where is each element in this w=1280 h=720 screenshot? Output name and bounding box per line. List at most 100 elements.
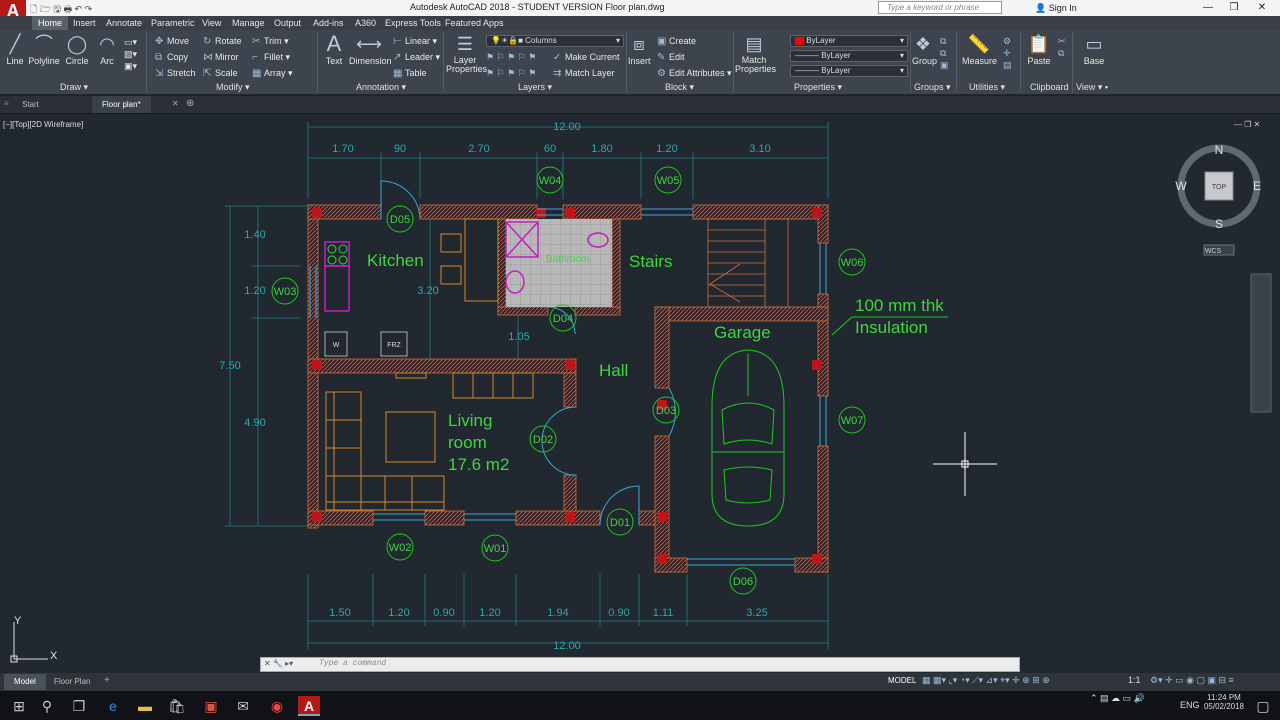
leader-button[interactable]: ↗ Leader ▾ — [393, 51, 440, 64]
status-tools[interactable]: ⚙▾ ✛ ▭ ◉ ▢ ▣ ⊟ ≡ — [1150, 675, 1234, 686]
create-block-button[interactable]: ▣ Create — [657, 35, 696, 48]
properties-panel-title[interactable]: Properties ▾ — [794, 82, 842, 93]
lineweight-dropdown[interactable]: ——— ByLayer ▾ — [790, 65, 908, 77]
match-properties-button[interactable]: ▤ Match Properties — [735, 34, 776, 74]
layer-dropdown[interactable]: 💡☀🔒■ Columns ▾ — [486, 35, 624, 47]
command-line-tools[interactable]: ✕ 🔧 ▸▾ — [264, 659, 293, 668]
tab-a360[interactable]: A360 — [349, 16, 382, 30]
command-input[interactable]: Type a command — [319, 659, 386, 668]
windows-start-icon[interactable]: ⊞ — [8, 696, 30, 716]
line-button[interactable]: ╱ Line — [4, 34, 26, 66]
search-icon[interactable]: ⚲ — [36, 696, 58, 716]
tab-parametric[interactable]: Parametric — [145, 16, 201, 30]
tab-floor-plan-layout[interactable]: Floor Plan — [44, 674, 100, 690]
make-current-button[interactable]: ✓ Make Current — [553, 51, 620, 64]
table-button[interactable]: ▦ Table — [393, 67, 427, 80]
navigation-bar-tools[interactable] — [1251, 274, 1271, 412]
scale-button[interactable]: ⇱ Scale — [203, 67, 238, 80]
group-button[interactable]: ❖ Group — [912, 34, 937, 66]
tab-addins[interactable]: Add-ins — [307, 16, 350, 30]
layer-tools-row1[interactable]: ⚑ ⚐ ⚑ ⚐ ⚑ — [486, 51, 536, 63]
clipboard-panel-title[interactable]: Clipboard — [1030, 82, 1069, 92]
tabs-menu-icon[interactable]: ≡ — [4, 99, 9, 108]
add-layout-button[interactable]: + — [104, 675, 110, 686]
layer-properties-button[interactable]: ☰ Layer Properties — [446, 34, 487, 74]
trim-button[interactable]: ✂ Trim ▾ — [252, 35, 289, 48]
tab-start[interactable]: Start — [12, 96, 49, 113]
tab-floor-plan[interactable]: Floor plan* — [92, 96, 151, 113]
tab-home[interactable]: Home — [32, 16, 69, 30]
text-button[interactable]: A Text — [323, 33, 345, 67]
dimension-button[interactable]: ⟷ Dimension — [349, 34, 392, 66]
tab-model[interactable]: Model — [4, 674, 46, 690]
linetype-dropdown[interactable]: ——— ByLayer ▾ — [790, 50, 908, 62]
layer-tools-row2[interactable]: ⚑ ⚐ ⚑ ⚐ ⚑ — [486, 67, 536, 79]
polyline-button[interactable]: ⌒ Polyline — [28, 34, 60, 66]
close-button[interactable]: ✕ — [1250, 0, 1274, 16]
task-view-icon[interactable]: ❐ — [68, 696, 90, 716]
living-label-1: Living — [448, 411, 492, 430]
paste-button[interactable]: 📋 Paste — [1026, 34, 1052, 66]
dim-bottom: 1.20 — [388, 607, 409, 619]
view-panel-title[interactable]: View ▾ ▪ — [1076, 82, 1108, 93]
annotation-scale[interactable]: 1:1 — [1128, 675, 1141, 685]
insert-button[interactable]: ⧈ Insert — [628, 34, 651, 66]
linear-button[interactable]: ⊢ Linear ▾ — [393, 35, 437, 48]
group-tools[interactable]: ⧉ ⧉ ▣ — [940, 35, 949, 71]
file-explorer-icon[interactable]: ▬ — [134, 696, 156, 716]
rotate-button[interactable]: ↻ Rotate — [203, 35, 242, 48]
dim-top: 1.70 — [332, 143, 353, 155]
autocad-taskbar-icon[interactable]: A — [298, 696, 320, 716]
copy-button[interactable]: ⧉ Copy — [155, 51, 188, 64]
office-icon[interactable]: ▣ — [200, 696, 222, 716]
modify-panel-title[interactable]: Modify ▾ — [216, 82, 250, 93]
mirror-button[interactable]: ⋈ Mirror — [203, 51, 239, 64]
move-button[interactable]: ✥ Move — [155, 35, 189, 48]
match-layer-button[interactable]: ⇉ Match Layer — [553, 67, 615, 80]
notifications-icon[interactable]: ▢ — [1252, 696, 1274, 716]
edit-block-button[interactable]: ✎ Edit — [657, 51, 685, 64]
maximize-button[interactable]: ❐ — [1222, 0, 1246, 16]
store-icon[interactable]: 🛍 — [166, 696, 188, 716]
color-dropdown[interactable]: ByLayer ▾ — [790, 35, 908, 47]
draw-panel-title[interactable]: Draw ▾ — [60, 82, 88, 93]
model-space-button[interactable]: MODEL — [888, 676, 916, 685]
drafting-toggles[interactable]: ▦ ▦▾ ⌞▾ ◔▾ ⟋▾ ⊿▾ ⌖▾ ✛ ⊕ ⊞ ⊕ — [922, 675, 1050, 686]
close-tab-icon[interactable]: ✕ — [172, 99, 179, 108]
clock[interactable]: 11:24 PM 05/02/2018 — [1202, 693, 1246, 711]
mail-icon[interactable]: ✉ — [232, 696, 254, 716]
fillet-button[interactable]: ⌐ Fillet ▾ — [252, 51, 290, 64]
groups-panel-title[interactable]: Groups ▾ — [914, 82, 951, 93]
drawing-area[interactable]: [−][Top][2D Wireframe] — ❐ ✕ Bathroom W … — [0, 114, 1280, 673]
input-language[interactable]: ENG — [1180, 700, 1200, 710]
tab-express-tools[interactable]: Express Tools — [379, 16, 447, 30]
sign-in-button[interactable]: 👤 Sign In — [1035, 3, 1077, 14]
tab-output[interactable]: Output — [268, 16, 307, 30]
tab-featured-apps[interactable]: Featured Apps — [439, 16, 510, 30]
edge-browser-icon[interactable]: e — [102, 696, 124, 716]
base-button[interactable]: ▭ Base — [1082, 34, 1106, 66]
search-input[interactable]: Type a keyword or phrase — [878, 1, 1002, 14]
arc-button[interactable]: ◠ Arc — [95, 34, 119, 66]
dim-top: 1.20 — [656, 143, 677, 155]
tab-view[interactable]: View — [196, 16, 227, 30]
chrome-icon[interactable]: ◉ — [266, 696, 288, 716]
block-panel-title[interactable]: Block ▾ — [665, 82, 694, 93]
stretch-button[interactable]: ⇲ Stretch — [155, 67, 196, 80]
clipboard-tools[interactable]: ✂ ⧉ — [1058, 35, 1066, 59]
draw-extra-tools[interactable]: ▭▾ ▧▾ ▣▾ — [124, 36, 137, 72]
utilities-panel-title[interactable]: Utilities ▾ — [969, 82, 1005, 93]
layers-panel-title[interactable]: Layers ▾ — [518, 82, 552, 93]
circle-button[interactable]: ◯ Circle — [64, 34, 90, 66]
tab-insert[interactable]: Insert — [67, 16, 102, 30]
array-button[interactable]: ▦ Array ▾ — [252, 67, 293, 80]
measure-button[interactable]: 📏 Measure — [962, 34, 997, 66]
tab-manage[interactable]: Manage — [226, 16, 271, 30]
system-tray-icons[interactable]: ⌃ ▤ ☁ ▭ 🔊 — [1090, 693, 1145, 704]
new-tab-button[interactable]: ⊕ — [186, 98, 194, 109]
utility-tools[interactable]: ⚙ ✛ ▤ — [1003, 35, 1012, 71]
minimize-button[interactable]: — — [1196, 0, 1220, 16]
tab-annotate[interactable]: Annotate — [100, 16, 148, 30]
annotation-panel-title[interactable]: Annotation ▾ — [356, 82, 406, 93]
edit-attributes-button[interactable]: ⚙ Edit Attributes ▾ — [657, 67, 732, 80]
